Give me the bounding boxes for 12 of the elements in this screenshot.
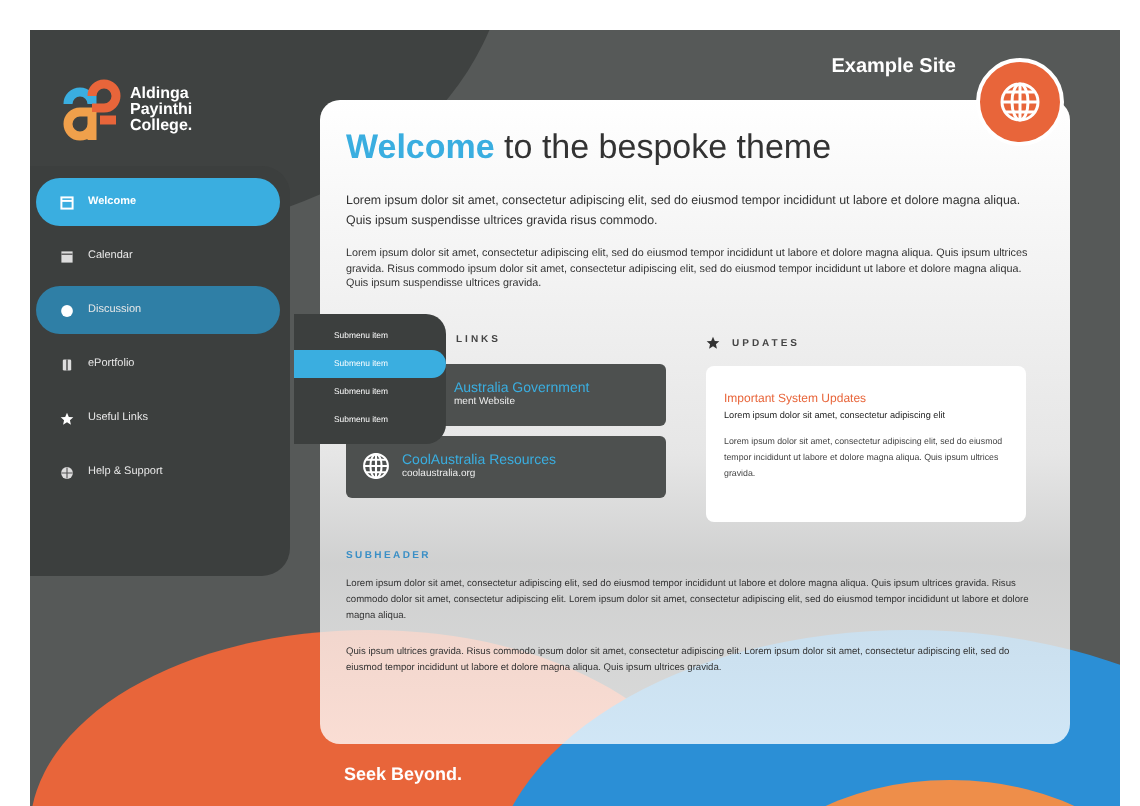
star-icon xyxy=(60,411,74,425)
globe-icon xyxy=(362,452,390,480)
logo-icon xyxy=(60,76,124,144)
page-icon xyxy=(60,195,74,209)
page-heading: Welcome to the bespoke theme xyxy=(346,128,834,168)
chat-icon xyxy=(60,303,74,317)
logo-text: Aldinga Payinthi College. xyxy=(130,86,193,134)
star-icon xyxy=(706,336,720,350)
globe-icon[interactable] xyxy=(976,58,1064,146)
calendar-icon xyxy=(60,249,74,263)
footer-slogan: Seek Beyond. xyxy=(342,762,465,784)
site-title: Example Site xyxy=(829,54,958,82)
